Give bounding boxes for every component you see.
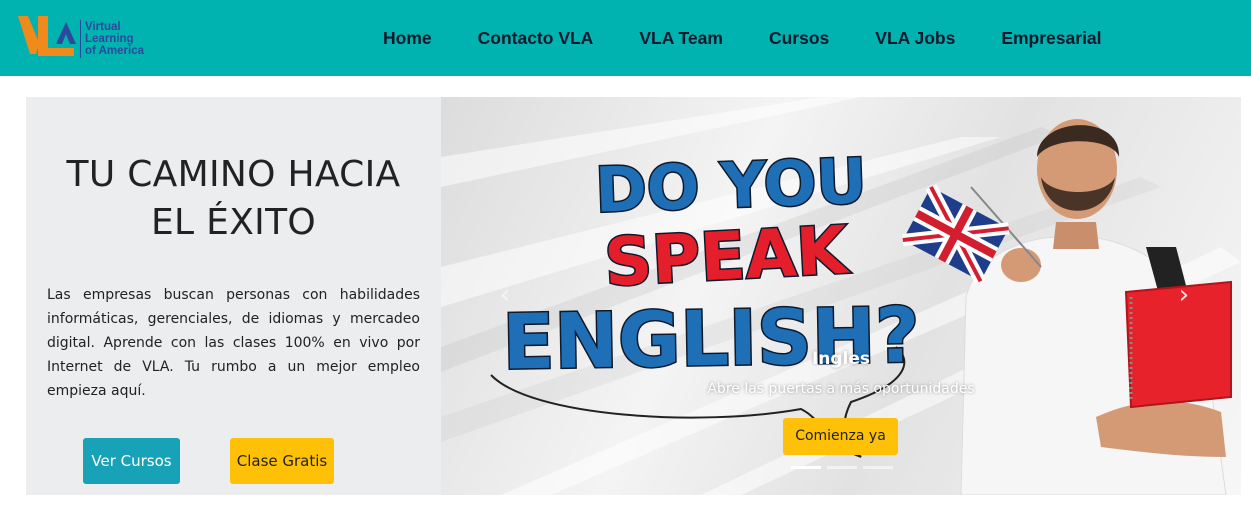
hero-carousel: DO YOU SPEAK ENGLISH? ‹ › Ingles Abre la… [441, 97, 1241, 495]
hero-intro-panel: TU CAMINO HACIA EL ÉXITO Las empresas bu… [26, 97, 441, 495]
clase-gratis-button[interactable]: Clase Gratis [230, 438, 334, 484]
chevron-right-icon[interactable]: › [1172, 279, 1196, 311]
ver-cursos-button[interactable]: Ver Cursos [83, 438, 180, 484]
hero-section: TU CAMINO HACIA EL ÉXITO Las empresas bu… [26, 97, 1241, 495]
logo-divider [80, 20, 81, 58]
nav-item-home[interactable]: Home [360, 24, 455, 52]
hero-title: TU CAMINO HACIA EL ÉXITO [26, 151, 441, 247]
nav-item-cursos[interactable]: Cursos [746, 24, 852, 52]
top-navbar: Virtual Learning of America Home Contact… [0, 0, 1251, 76]
slide-text-english: ENGLISH? [502, 290, 921, 386]
slide-caption-subtitle: Abre las puertas a más oportunidades [707, 381, 975, 397]
comienza-ya-button[interactable]: Comienza ya [783, 418, 898, 455]
slide-text-speak: SPEAK [603, 212, 853, 302]
carousel-indicator[interactable] [791, 466, 821, 469]
hero-title-line-2: EL ÉXITO [151, 202, 316, 243]
vla-logo[interactable]: Virtual Learning of America [16, 8, 166, 64]
slide-caption-title: Ingles [811, 349, 871, 369]
logo-line-3: of America [85, 45, 145, 57]
main-nav: Home Contacto VLA VLA Team Cursos VLA Jo… [360, 24, 1125, 52]
carousel-indicator[interactable] [827, 466, 857, 469]
nav-item-empresarial[interactable]: Empresarial [978, 24, 1124, 52]
nav-item-vla-team[interactable]: VLA Team [616, 24, 746, 52]
carousel-indicator[interactable] [863, 466, 893, 469]
chevron-left-icon[interactable]: ‹ [493, 279, 517, 311]
logo-line-1: Virtual [85, 21, 121, 33]
nav-item-contacto-vla[interactable]: Contacto VLA [455, 24, 617, 52]
carousel-indicators [791, 466, 893, 469]
logo-line-2: Learning [85, 33, 134, 45]
nav-item-vla-jobs[interactable]: VLA Jobs [852, 24, 978, 52]
vla-logo-mark [18, 16, 76, 56]
hero-title-line-1: TU CAMINO HACIA [66, 154, 401, 195]
logo-wordmark: Virtual Learning of America [85, 21, 144, 57]
hero-description: Las empresas buscan personas con habilid… [47, 287, 420, 399]
